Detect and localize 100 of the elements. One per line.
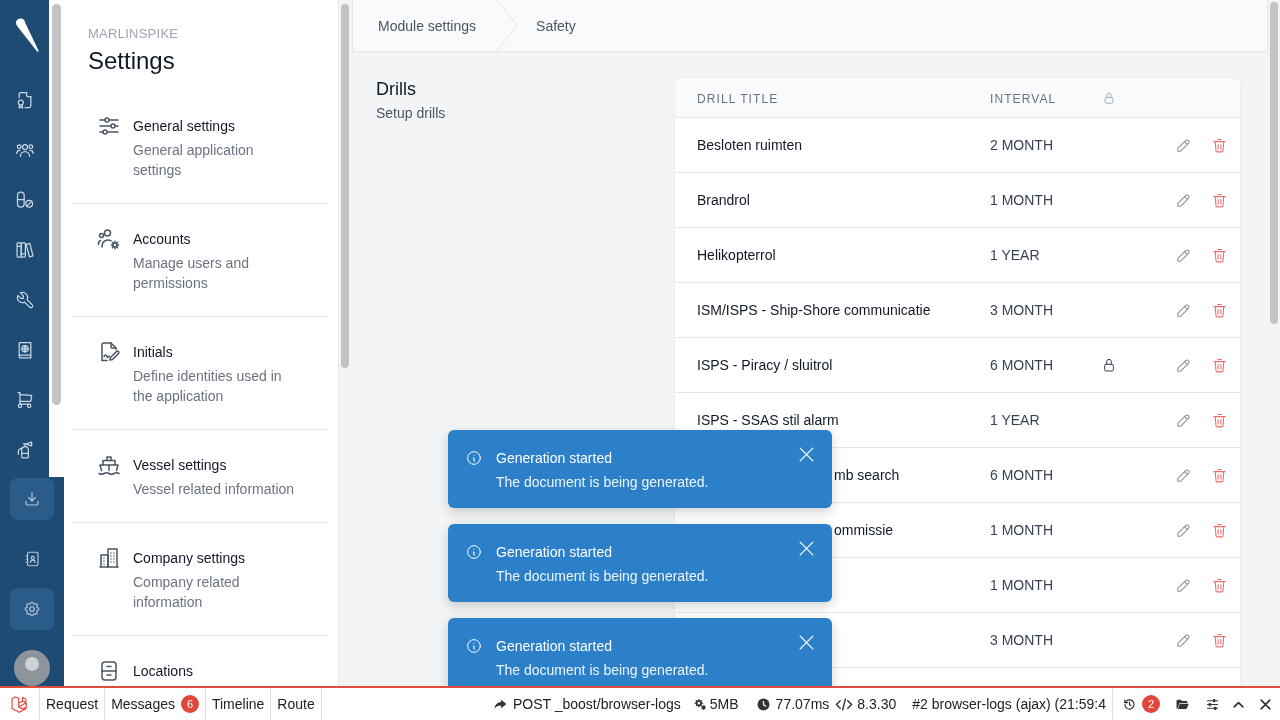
pencil-icon [1175, 521, 1192, 539]
pencil-icon [1175, 356, 1192, 374]
toast-title: Generation started [496, 637, 612, 656]
interval-text: 1 YEAR [990, 247, 1040, 263]
edit-button[interactable] [1175, 631, 1192, 649]
column-header[interactable]: INTERVAL [990, 91, 1057, 106]
interval-text: 1 MONTH [990, 577, 1053, 593]
contact-book-icon [23, 550, 41, 568]
delete-button[interactable] [1211, 631, 1228, 649]
trash-icon [1211, 521, 1228, 539]
debug-tab[interactable]: Messages 6 [105, 688, 206, 720]
edit-button[interactable] [1175, 136, 1192, 154]
ajax-request-label: #2 browser-logs (ajax) (21:59:4 [912, 696, 1106, 712]
breadcrumb-link[interactable]: Safety [536, 17, 576, 34]
pencil-icon [1175, 246, 1192, 264]
interval-text: 1 MONTH [990, 192, 1053, 208]
pencil-icon [1175, 136, 1192, 154]
settings-description: General application settings [133, 141, 255, 180]
nav-button[interactable] [10, 478, 54, 520]
drill-title: mb search [834, 467, 900, 483]
edit-button[interactable] [1175, 301, 1192, 319]
interval-text: 6 MONTH [990, 467, 1053, 483]
history-icon [1123, 697, 1136, 711]
nav-button[interactable] [10, 588, 54, 630]
edit-button[interactable] [1175, 411, 1192, 429]
close-icon [797, 445, 816, 464]
info-icon [466, 638, 482, 654]
settings-icon [23, 600, 41, 618]
pencil-icon [1175, 576, 1192, 594]
delete-button[interactable] [1211, 136, 1228, 154]
close-button[interactable] [1259, 697, 1272, 711]
wrench-icon [14, 290, 35, 310]
settings-link[interactable]: Company settings [133, 548, 246, 568]
delete-button[interactable] [1211, 466, 1228, 484]
toast-message: The document is being generated. [496, 567, 709, 586]
settings-description: Vessel related information [133, 480, 295, 499]
edit-button[interactable] [1175, 576, 1192, 594]
delete-button[interactable] [1211, 301, 1228, 319]
delete-button[interactable] [1211, 246, 1228, 264]
lock-icon [1101, 357, 1117, 373]
pencil-icon [1175, 191, 1192, 209]
php-version: 8.3.30 [857, 696, 897, 712]
settings-link[interactable]: Locations [133, 661, 193, 681]
pencil-icon [1175, 301, 1192, 319]
nav-button[interactable] [13, 239, 36, 261]
delete-button[interactable] [1211, 356, 1228, 374]
ship-icon [97, 453, 121, 477]
column-header[interactable]: DRILL TITLE [697, 91, 779, 106]
edit-button[interactable] [1175, 521, 1192, 539]
sliders-icon [1206, 697, 1219, 711]
count-badge: 6 [180, 695, 199, 713]
brand-label: MARLINSPIKE [88, 26, 179, 42]
reply-arrow-icon [493, 697, 507, 711]
settings-link[interactable]: Accounts [133, 229, 191, 249]
settings-link[interactable]: General settings [133, 116, 235, 136]
pill-blocked-icon [14, 190, 35, 210]
sliders-icon [97, 114, 121, 138]
pencil-icon [1175, 466, 1192, 484]
trash-icon [1211, 356, 1228, 374]
drill-title: ISPS - SSAS stil alarm [697, 412, 839, 428]
pencil-icon [1175, 631, 1192, 649]
avatar[interactable] [14, 650, 50, 686]
toast-title: Generation started [496, 543, 612, 562]
scrollbar-thumb[interactable] [341, 4, 349, 368]
edit-button[interactable] [1175, 246, 1192, 264]
edit-button[interactable] [1175, 466, 1192, 484]
interval-text: 3 MONTH [990, 632, 1053, 648]
delete-button[interactable] [1211, 521, 1228, 539]
lock-icon [1102, 90, 1116, 105]
interval-text: 1 YEAR [990, 412, 1040, 428]
trash-icon [1211, 191, 1228, 209]
settings-description: Company related information [133, 573, 241, 612]
settings-description: Manage users and permissions [133, 254, 250, 293]
breadcrumb-link[interactable]: Module settings [378, 17, 477, 34]
section-title: Drills [376, 78, 416, 101]
cart-icon [14, 390, 35, 410]
delete-button[interactable] [1211, 411, 1228, 429]
debug-tab[interactable]: Request [40, 688, 106, 720]
scrollbar-thumb[interactable] [1270, 2, 1278, 324]
gears-icon [693, 697, 707, 711]
settings-link[interactable]: Vessel settings [133, 455, 227, 475]
settings-link[interactable]: Initials [133, 342, 173, 362]
logo [13, 18, 40, 52]
delete-button[interactable] [1211, 576, 1228, 594]
debug-tab[interactable]: Timeline [205, 688, 272, 720]
history-button[interactable]: 2 [1123, 695, 1160, 713]
trash-icon [1211, 411, 1228, 429]
trash-icon [1211, 246, 1228, 264]
delete-button[interactable] [1211, 191, 1228, 209]
debug-tab[interactable]: Route [271, 688, 322, 720]
scrollbar-thumb[interactable] [52, 4, 61, 405]
trash-icon [1211, 631, 1228, 649]
settings-button[interactable] [1206, 697, 1219, 711]
request-info: POST _boost/browser-logs [512, 696, 681, 712]
interval-text: 6 MONTH [990, 357, 1053, 373]
edit-button[interactable] [1175, 191, 1192, 209]
edit-button[interactable] [1175, 356, 1192, 374]
folder-button[interactable] [1176, 697, 1189, 711]
count-badge: 2 [1142, 695, 1160, 713]
trash-icon [1211, 576, 1228, 594]
